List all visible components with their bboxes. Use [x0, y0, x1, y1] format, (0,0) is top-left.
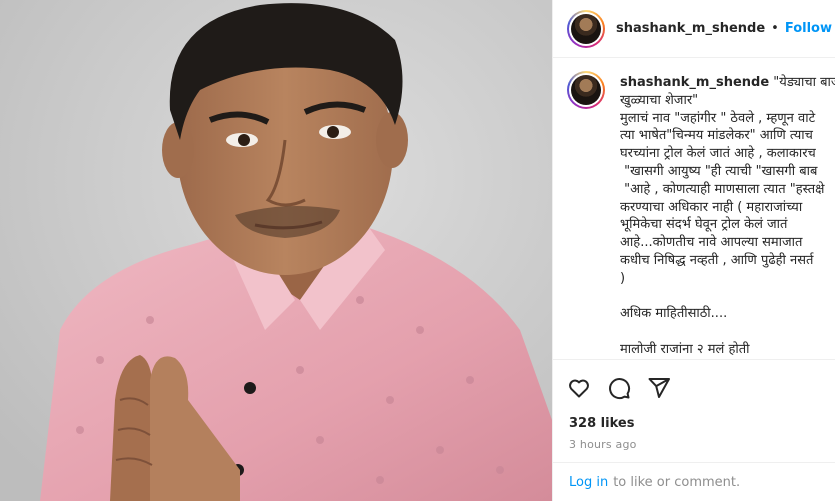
caption-line: आहे...कोणतीच नावे आपल्या समाजात [620, 235, 803, 251]
avatar[interactable] [567, 9, 605, 48]
caption-area[interactable]: shashank_m_shende "येड्याचा बाजार खुळ्या… [553, 59, 835, 359]
photo-illustration [0, 0, 552, 501]
share-icon[interactable] [647, 376, 671, 400]
caption-line: मालोजी राजांना २ मलं होती [620, 341, 750, 357]
heart-icon[interactable] [567, 376, 591, 400]
action-bar: 328 likes 3 hours ago Log in to like or … [553, 359, 835, 501]
caption-line: खुळ्याचा शेजार" [620, 92, 699, 108]
login-rest-text: to like or comment. [613, 475, 741, 490]
action-icons [567, 376, 671, 400]
post-photo [0, 0, 552, 501]
caption-line: त्या भाषेत"चिन्मय मांडलेकर" आणि त्याच [620, 128, 813, 144]
comment-icon[interactable] [607, 376, 631, 400]
caption-line: मुलाचं नाव "जहांगीर " ठेवले , म्हणून वाट… [620, 110, 816, 126]
header-username[interactable]: shashank_m_shende [616, 21, 765, 36]
likes-count[interactable]: 328 likes [569, 416, 634, 431]
caption-line: करण्याचा अधिकार नाही ( महाराजांच्या [620, 199, 803, 215]
caption-line: "खासगी आयुष्य "ही त्याची "खासगी बाब [620, 163, 818, 179]
caption-first-line: "येड्याचा बाजार [773, 75, 835, 90]
caption-username[interactable]: shashank_m_shende [620, 75, 769, 90]
post-sidebar: shashank_m_shende • Follow shashank_m_sh… [552, 0, 835, 501]
post-time[interactable]: 3 hours ago [569, 438, 637, 451]
login-prompt: Log in to like or comment. [553, 462, 835, 501]
caption-text: shashank_m_shende "येड्याचा बाजार खुळ्या… [620, 74, 835, 359]
login-link[interactable]: Log in [569, 475, 608, 490]
caption-avatar[interactable] [567, 71, 605, 109]
caption-line: "आहे , कोणत्याही माणसाला त्यात "हस्तक्षे [620, 181, 825, 197]
caption-line: अधिक माहितीसाठी.... [620, 306, 728, 322]
header-separator: • [771, 21, 779, 36]
caption-line: ) [620, 270, 626, 286]
post-header: shashank_m_shende • Follow [553, 0, 835, 58]
caption-line: घरच्यांना ट्रोल केलं जातं आहे , कलाकारच [620, 146, 816, 162]
caption-line: भूमिकेचा संदर्भ घेवून ट्रोल केलं जातं [620, 217, 788, 233]
caption-line: कधीच निषिद्ध नव्हती , आणि पुढेही नसर्त [620, 252, 814, 268]
follow-button[interactable]: Follow [785, 21, 832, 36]
